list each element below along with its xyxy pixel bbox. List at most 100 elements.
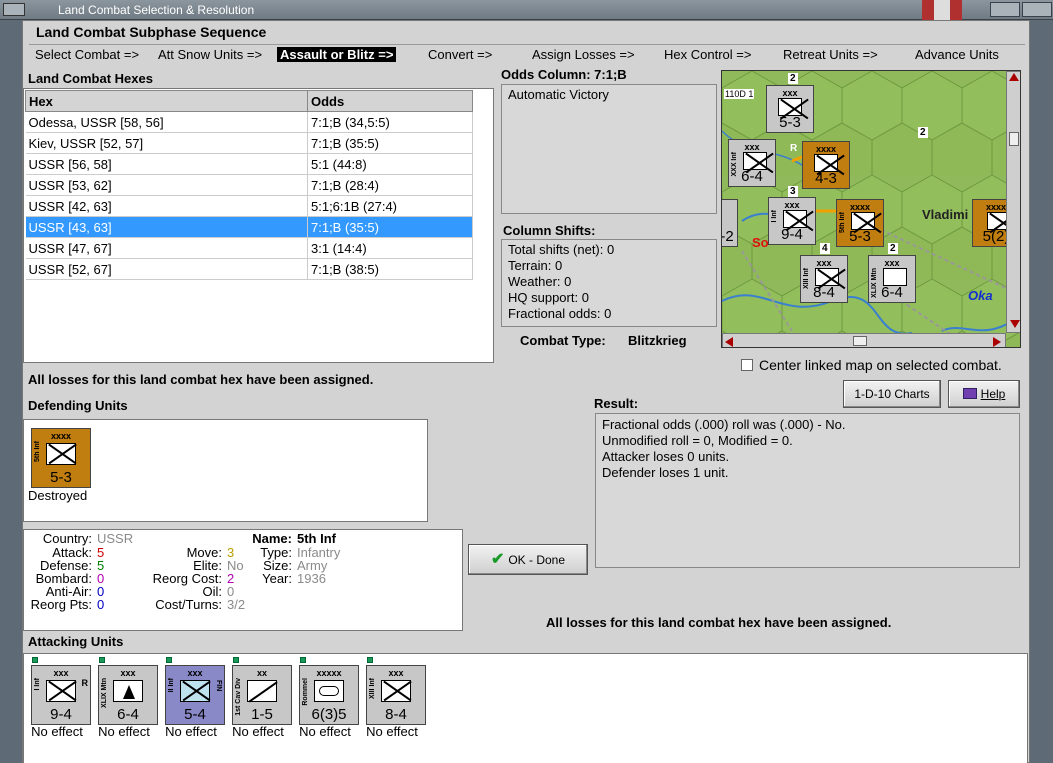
step-retreat-units: Retreat Units => <box>783 47 878 62</box>
attacking-unit-counter[interactable]: xxx II Inf FIN 5-4 <box>165 665 225 725</box>
map-place-label: Oka <box>968 288 993 303</box>
counter-size: xxxx <box>849 202 871 212</box>
linked-map[interactable]: Vladimi Oka So 110D 1 2 2 R 3 R 4 2 R xx… <box>721 70 1021 348</box>
odds-result-text: Automatic Victory <box>508 87 609 102</box>
info-country-label: Country: <box>42 531 92 546</box>
counter-size: xxx <box>816 258 832 268</box>
hex-cell: Kiev, USSR [52, 57] <box>25 132 308 154</box>
window-menu-icon[interactable] <box>3 3 25 16</box>
map-unit-counter[interactable]: xxx 5-3 <box>766 85 814 133</box>
scroll-thumb[interactable] <box>853 336 867 346</box>
hex-cell: Odessa, USSR [58, 56] <box>25 111 308 133</box>
combat-type-value: Blitzkrieg <box>628 333 687 348</box>
attacking-unit-counter[interactable]: xx 1st Cav Div 1-5 <box>232 665 292 725</box>
map-hex-label: 2 <box>788 73 798 84</box>
shift-fractional-odds: Fractional odds: 0 <box>508 306 612 321</box>
center-linked-checkbox[interactable] <box>741 359 753 371</box>
map-hex-label: 2 <box>888 243 898 254</box>
step-att-snow-units: Att Snow Units => <box>158 47 263 62</box>
table-row[interactable]: Odessa, USSR [58, 56] 7:1;B (34,5:5) <box>25 111 473 133</box>
info-name-value: 5th Inf <box>297 531 336 546</box>
help-button-label: Help <box>980 387 1006 401</box>
minimize-button[interactable] <box>990 2 1020 17</box>
table-row[interactable]: Kiev, USSR [52, 57] 7:1;B (35:5) <box>25 132 473 154</box>
sequence-heading: Land Combat Subphase Sequence <box>36 24 267 40</box>
scroll-left-icon[interactable] <box>725 337 733 347</box>
step-advance-units: Advance Units <box>915 47 999 62</box>
map-unit-counter[interactable]: xxx I Inf 9-4 <box>768 197 816 245</box>
charts-button[interactable]: 1-D-10 Charts <box>843 380 941 408</box>
hex-list-heading: Land Combat Hexes <box>28 71 153 86</box>
scroll-right-icon[interactable] <box>993 337 1001 347</box>
attacking-unit-status: No effect <box>98 724 150 739</box>
map-unit-counter[interactable]: xxx XXX Inf 6-4 <box>728 139 776 187</box>
scroll-thumb[interactable] <box>1009 132 1019 146</box>
close-button[interactable] <box>1022 2 1052 17</box>
defending-heading: Defending Units <box>28 398 128 413</box>
counter-side-label: XLIX Mtn <box>101 678 108 708</box>
counter-value: 6-4 <box>741 168 763 185</box>
charts-button-label: 1-D-10 Charts <box>854 387 930 401</box>
step-select-combat: Select Combat => <box>35 47 140 62</box>
counter-value: 5-3 <box>779 114 801 131</box>
scroll-down-icon[interactable] <box>1010 320 1020 328</box>
table-row[interactable]: USSR [53, 62] 7:1;B (28:4) <box>25 174 473 196</box>
help-button[interactable]: Help <box>948 380 1020 408</box>
unit-status-dot <box>233 657 239 663</box>
counter-tag: FIN <box>215 680 222 692</box>
infantry-icon <box>46 443 76 465</box>
map-unit-counter[interactable]: -2 <box>722 199 738 247</box>
attacking-unit-counter[interactable]: xxx I Inf R 9-4 <box>31 665 91 725</box>
map-vertical-scrollbar[interactable] <box>1006 71 1020 333</box>
counter-size: xxx <box>782 88 798 98</box>
table-row[interactable]: USSR [42, 63] 5:1;6:1B (27:4) <box>25 195 473 217</box>
hex-cell: USSR [42, 63] <box>25 195 308 217</box>
map-unit-counter[interactable]: xxx XIII Inf 8-4 <box>800 255 848 303</box>
column-header-odds[interactable]: Odds <box>307 90 473 112</box>
unit-status-dot <box>32 657 38 663</box>
map-unit-counter[interactable]: xxxx 4-3 <box>802 141 850 189</box>
mountain-icon <box>113 680 143 702</box>
shifts-panel: Total shifts (net): 0 Terrain: 0 Weather… <box>501 239 717 327</box>
odds-cell: 7:1;B (35:5) <box>307 216 473 238</box>
attacking-unit-status: No effect <box>31 724 83 739</box>
attacking-unit-counter[interactable]: xxx XIII Inf 8-4 <box>366 665 426 725</box>
map-horizontal-scrollbar[interactable] <box>722 333 1006 347</box>
hex-cell: USSR [43, 63] <box>25 216 308 238</box>
counter-size: xxx <box>884 258 900 268</box>
result-panel: Fractional odds (.000) roll was (.000) -… <box>595 413 1020 568</box>
infantry-icon <box>46 680 76 702</box>
attacking-unit-status: No effect <box>165 724 217 739</box>
step-convert: Convert => <box>428 47 493 62</box>
attacking-unit-counter[interactable]: xxx XLIX Mtn 6-4 <box>98 665 158 725</box>
help-book-icon <box>962 388 977 399</box>
odds-cell: 7:1;B (34,5:5) <box>307 111 473 133</box>
scroll-up-icon[interactable] <box>1009 73 1019 81</box>
odds-cell: 7:1;B (28:4) <box>307 174 473 196</box>
counter-value: 5-3 <box>849 228 871 245</box>
map-hex-label: R <box>790 143 798 154</box>
table-row[interactable]: USSR [47, 67] 3:1 (14:4) <box>25 237 473 259</box>
result-line: Fractional odds (.000) roll was (.000) -… <box>602 417 846 432</box>
defending-unit-counter[interactable]: xxxx 5th Inf 5-3 <box>31 428 91 488</box>
hex-list[interactable]: Hex Odds Odessa, USSR [58, 56] 7:1;B (34,… <box>23 88 494 363</box>
ok-done-button[interactable]: ✔ OK - Done <box>468 544 588 575</box>
odds-heading: Odds Column: 7:1;B <box>501 67 627 82</box>
step-assault-or-blitz: Assault or Blitz => <box>277 47 397 62</box>
map-place-label: So <box>752 235 769 250</box>
result-line: Defender loses 1 unit. <box>602 465 729 480</box>
attacking-unit-counter[interactable]: xxxxx Rommel 6(3)5 <box>299 665 359 725</box>
ok-done-label: OK - Done <box>508 553 566 567</box>
map-hex-label: 110D 1 <box>724 89 755 99</box>
counter-value: 9-4 <box>781 226 803 243</box>
counter-size: xxx <box>388 668 404 678</box>
counter-size: xxxx <box>815 144 837 154</box>
step-hex-control: Hex Control => <box>664 47 752 62</box>
table-row-selected[interactable]: USSR [43, 63] 7:1;B (35:5) <box>25 216 473 238</box>
table-row[interactable]: USSR [56, 58] 5:1 (44:8) <box>25 153 473 175</box>
table-row[interactable]: USSR [52, 67] 7:1;B (38:5) <box>25 258 473 280</box>
column-header-hex[interactable]: Hex <box>25 90 308 112</box>
map-unit-counter[interactable]: xxx XLIX Mtn 6-4 <box>868 255 916 303</box>
map-unit-counter[interactable]: xxxx 5th Inf 5-3 <box>836 199 884 247</box>
counter-value: 5-3 <box>50 469 72 486</box>
